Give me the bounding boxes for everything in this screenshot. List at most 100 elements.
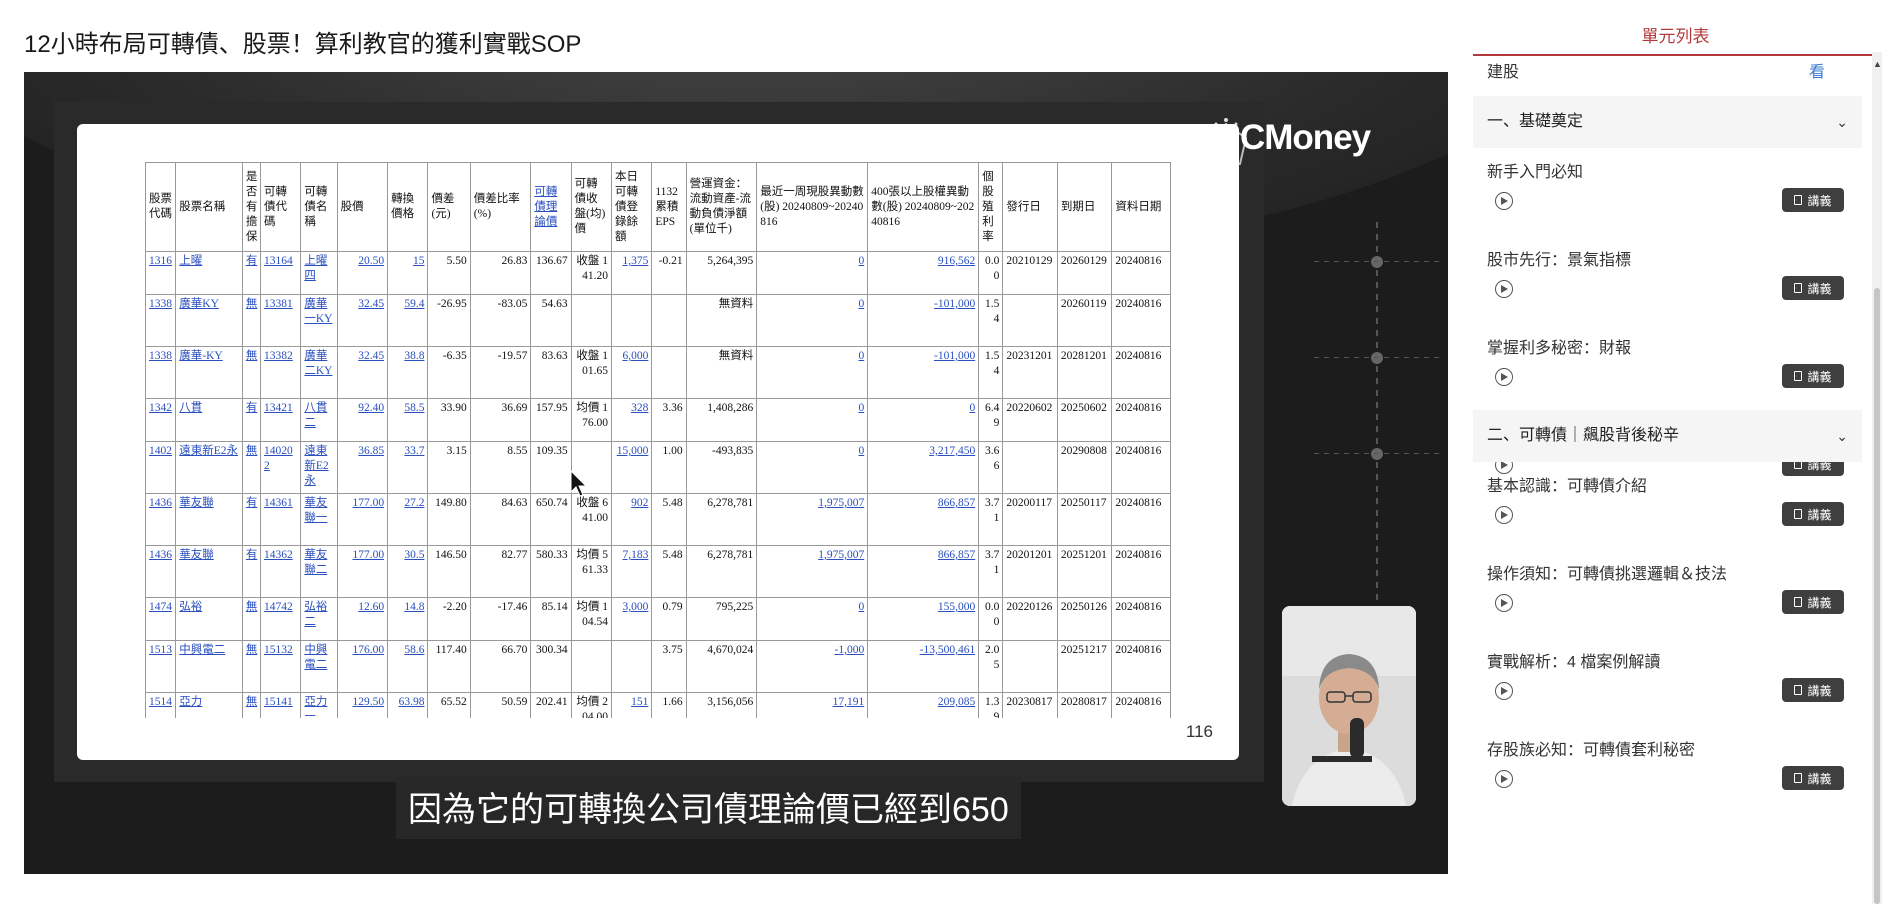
- cell-value[interactable]: 弘裕二: [304, 601, 327, 628]
- table-cell[interactable]: 902: [611, 493, 653, 546]
- table-cell[interactable]: 華友聯: [175, 493, 243, 546]
- table-cell[interactable]: 無: [241, 441, 262, 494]
- cell-value[interactable]: 上曜四: [304, 255, 327, 282]
- cell-value[interactable]: 有: [246, 402, 258, 414]
- cell-value[interactable]: 14361: [264, 497, 293, 509]
- play-icon[interactable]: [1495, 192, 1513, 210]
- cell-value[interactable]: 63.98: [399, 696, 425, 708]
- table-cell[interactable]: 1402: [145, 441, 177, 494]
- table-cell[interactable]: 866,857: [867, 545, 980, 598]
- table-cell[interactable]: 有: [241, 545, 262, 598]
- cell-value[interactable]: 1436: [149, 497, 172, 509]
- cell-value[interactable]: 廣華KY: [179, 298, 219, 310]
- table-cell[interactable]: 33.7: [387, 441, 429, 494]
- table-cell[interactable]: 1,375: [611, 251, 653, 295]
- table-cell[interactable]: 30.5: [387, 545, 429, 598]
- table-cell[interactable]: 13382: [259, 346, 302, 399]
- table-cell[interactable]: 17,191: [756, 692, 869, 718]
- lesson-item[interactable]: 掌握利多秘密：財報 講義: [1473, 324, 1862, 412]
- table-cell[interactable]: 27.2: [387, 493, 429, 546]
- table-cell[interactable]: 129.50: [336, 692, 389, 718]
- cell-value[interactable]: 177.00: [352, 497, 384, 509]
- table-cell[interactable]: 0: [756, 597, 869, 641]
- section-header[interactable]: 一、基礎奠定 ⌄: [1473, 96, 1862, 148]
- scroll-up-arrow-icon[interactable]: ▲: [1873, 60, 1882, 69]
- table-cell[interactable]: 6,000: [611, 346, 653, 399]
- handout-button[interactable]: 講義: [1782, 678, 1844, 702]
- handout-button[interactable]: 講義: [1782, 590, 1844, 614]
- table-cell[interactable]: 7,183: [611, 545, 653, 598]
- table-cell[interactable]: 0: [756, 294, 869, 347]
- cell-value[interactable]: 有: [246, 497, 258, 509]
- cell-value[interactable]: 廣華二KY: [304, 350, 332, 377]
- table-cell[interactable]: 廣華-KY: [175, 346, 243, 399]
- table-cell[interactable]: 弘裕二: [300, 597, 338, 641]
- cell-value[interactable]: 1,975,007: [818, 497, 864, 509]
- table-cell[interactable]: 3,217,450: [867, 441, 980, 494]
- table-cell[interactable]: -1,000: [756, 640, 869, 693]
- cell-value[interactable]: 58.5: [404, 402, 424, 414]
- table-cell[interactable]: 14362: [259, 545, 302, 598]
- table-cell[interactable]: 1436: [145, 545, 177, 598]
- cell-value[interactable]: 176.00: [352, 644, 384, 656]
- table-cell[interactable]: 八貫: [175, 398, 243, 442]
- cell-value[interactable]: 15: [413, 255, 425, 267]
- cell-value[interactable]: 0: [858, 255, 864, 267]
- cell-value[interactable]: 1338: [149, 350, 172, 362]
- table-cell[interactable]: 1338: [145, 294, 177, 347]
- table-cell[interactable]: 59.4: [387, 294, 429, 347]
- cell-value[interactable]: 17,191: [833, 696, 865, 708]
- handout-button[interactable]: 講義: [1782, 364, 1844, 388]
- table-cell[interactable]: 177.00: [336, 545, 389, 598]
- cell-value[interactable]: 916,562: [938, 255, 975, 267]
- cell-value[interactable]: 有: [246, 255, 258, 267]
- table-cell[interactable]: -101,000: [867, 346, 980, 399]
- cell-value[interactable]: -13,500,461: [920, 644, 976, 656]
- lesson-item[interactable]: 基本認識：可轉債介紹 講義: [1473, 462, 1862, 550]
- table-cell[interactable]: 328: [611, 398, 653, 442]
- cell-value[interactable]: 3,000: [622, 601, 648, 613]
- handout-button[interactable]: 講義: [1782, 766, 1844, 790]
- table-cell[interactable]: -13,500,461: [867, 640, 980, 693]
- table-cell[interactable]: 1474: [145, 597, 177, 641]
- video-player[interactable]: CMoney 股票代碼 股票名稱 是否有擔保 可轉債代碼 可轉債名稱 股價 轉換價格 價差(元…: [24, 72, 1448, 874]
- cell-value[interactable]: -1,000: [835, 644, 865, 656]
- cell-value[interactable]: 八貫二: [304, 402, 327, 429]
- table-cell[interactable]: 1514: [145, 692, 177, 718]
- play-icon[interactable]: [1495, 280, 1513, 298]
- table-cell[interactable]: 32.45: [336, 346, 389, 399]
- table-cell[interactable]: 12.60: [336, 597, 389, 641]
- cell-value[interactable]: 無: [246, 601, 258, 613]
- table-cell[interactable]: 廣華二KY: [300, 346, 338, 399]
- table-cell[interactable]: 有: [241, 493, 262, 546]
- table-cell[interactable]: 八貫二: [300, 398, 338, 442]
- cell-value[interactable]: 1474: [149, 601, 172, 613]
- section-header[interactable]: 二、可轉債｜飆股背後秘辛 ⌄: [1473, 410, 1862, 462]
- cell-value[interactable]: 12.60: [358, 601, 384, 613]
- cell-value[interactable]: 20.50: [358, 255, 384, 267]
- table-cell[interactable]: 1513: [145, 640, 177, 693]
- table-cell[interactable]: 無: [241, 692, 262, 718]
- table-cell[interactable]: 176.00: [336, 640, 389, 693]
- cell-value[interactable]: -101,000: [934, 298, 975, 310]
- table-cell[interactable]: 58.5: [387, 398, 429, 442]
- table-cell[interactable]: 遠東新E2永: [300, 441, 338, 494]
- cell-value[interactable]: 38.8: [404, 350, 424, 362]
- cell-value[interactable]: 上曜: [179, 255, 202, 267]
- table-cell[interactable]: 亞力: [175, 692, 243, 718]
- cell-value[interactable]: 0: [969, 402, 975, 414]
- table-cell[interactable]: 209,085: [867, 692, 980, 718]
- cell-value[interactable]: 6,000: [622, 350, 648, 362]
- table-cell[interactable]: 92.40: [336, 398, 389, 442]
- table-cell[interactable]: 63.98: [387, 692, 429, 718]
- cell-value[interactable]: 13382: [264, 350, 293, 362]
- table-cell[interactable]: 華友聯一: [300, 493, 338, 546]
- lesson-item[interactable]: 存股族必知：可轉債套利秘密 講義: [1473, 726, 1862, 814]
- cell-value[interactable]: 7,183: [622, 549, 648, 561]
- cell-value[interactable]: 1436: [149, 549, 172, 561]
- cell-value[interactable]: 328: [631, 402, 648, 414]
- cell-value[interactable]: 無: [246, 298, 258, 310]
- cell-value[interactable]: 1342: [149, 402, 172, 414]
- cell-value[interactable]: 3,217,450: [929, 445, 975, 457]
- play-icon[interactable]: [1495, 594, 1513, 612]
